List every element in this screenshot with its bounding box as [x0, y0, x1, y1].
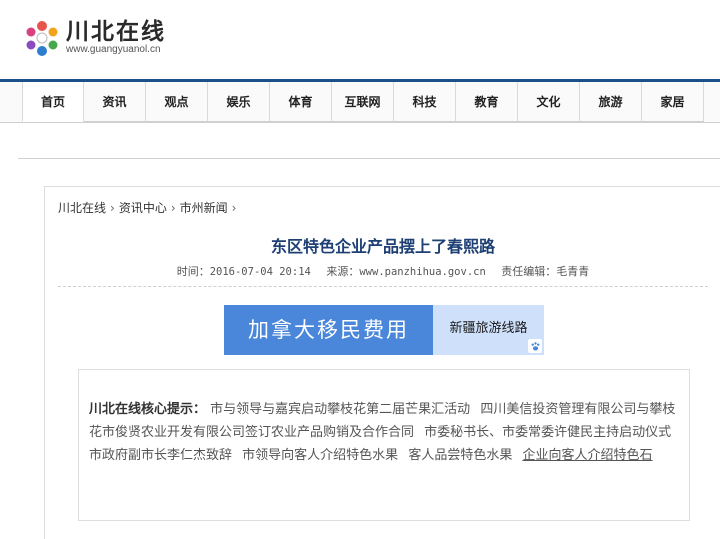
summary-item: 市与领导与嘉宾启动攀枝花第二届芒果汇活动: [210, 402, 471, 417]
article-editor: 责任编辑：毛青青: [501, 265, 589, 278]
nav-item[interactable]: 资讯: [84, 82, 146, 122]
site-url: www.guangyuanol.cn: [66, 44, 161, 55]
nav-item[interactable]: 文化: [518, 82, 580, 122]
source-value: www.panzhihua.gov.cn: [359, 266, 486, 278]
site-name: 川北在线: [66, 19, 166, 45]
summary-text: 川北在线核心提示： 市与领导与嘉宾启动攀枝花第二届芒果汇活动 四川美信投资管理有…: [89, 398, 684, 467]
logo-icon: [26, 21, 58, 56]
summary-item: 市领导向客人介绍特色水果: [242, 448, 399, 463]
article-title: 东区特色企业产品摆上了春熙路: [270, 237, 495, 256]
ad-banner: 加拿大移民费用 新疆旅游线路: [224, 305, 544, 355]
chevron-right-icon: ›: [110, 200, 115, 215]
nav-item[interactable]: 娱乐: [208, 82, 270, 122]
article-source: 来源：www.panzhihua.gov.cn: [326, 265, 485, 278]
nav-item[interactable]: 旅游: [580, 82, 642, 122]
breadcrumb-home[interactable]: 川北在线: [58, 199, 106, 216]
site-logo[interactable]: 川北在线 www.guangyuanol.cn: [22, 16, 182, 60]
article-container: 川北在线 › 资讯中心 › 市州新闻 › 东区特色企业产品摆上了春熙路 时间：2…: [44, 186, 720, 539]
breadcrumb-news-center[interactable]: 资讯中心: [119, 199, 167, 216]
summary-item: 市政府副市长李仁杰致辞: [89, 448, 233, 463]
paw-icon: [528, 339, 542, 353]
summary-lead: 川北在线核心提示：: [89, 402, 207, 417]
nav-item[interactable]: 家居: [642, 82, 704, 122]
nav-item[interactable]: 科技: [394, 82, 456, 122]
ad-link-canada-immigration[interactable]: 加拿大移民费用: [224, 305, 433, 355]
summary-box: 川北在线核心提示： 市与领导与嘉宾启动攀枝花第二届芒果汇活动 四川美信投资管理有…: [78, 369, 690, 521]
summary-item: 市委秘书长、市委常委许健民主持启动仪式: [424, 425, 672, 440]
time-label: 时间：: [176, 265, 210, 278]
nav-item[interactable]: 教育: [456, 82, 518, 122]
article-meta: 时间：2016-07-04 20:14 来源：www.panzhihua.gov…: [45, 263, 720, 279]
meta-divider: [58, 286, 708, 287]
article-time: 时间：2016-07-04 20:14: [177, 265, 311, 278]
main-nav: 首页 资讯 观点 娱乐 体育 互联网 科技 教育 文化 旅游 家居: [22, 82, 704, 122]
source-label: 来源：: [326, 265, 360, 278]
nav-item[interactable]: 首页: [22, 82, 84, 122]
editor-value: 毛青青: [556, 265, 590, 278]
breadcrumb: 川北在线 › 资讯中心 › 市州新闻 ›: [58, 199, 240, 216]
summary-item: 客人品尝特色水果: [408, 448, 513, 463]
ad-right-label: 新疆旅游线路: [449, 321, 528, 336]
nav-item[interactable]: 互联网: [332, 82, 394, 122]
main-nav-bar: 首页 资讯 观点 娱乐 体育 互联网 科技 教育 文化 旅游 家居: [0, 79, 720, 123]
chevron-right-icon: ›: [231, 200, 237, 215]
chevron-right-icon: ›: [170, 200, 176, 215]
editor-label: 责任编辑：: [501, 265, 557, 278]
summary-item[interactable]: 企业向客人介绍特色石: [522, 448, 652, 463]
divider: [18, 158, 720, 159]
breadcrumb-city-news[interactable]: 市州新闻: [180, 199, 228, 216]
site-header: 川北在线 www.guangyuanol.cn: [0, 0, 720, 80]
time-value: 2016-07-04 20:14: [209, 266, 311, 278]
nav-item[interactable]: 观点: [146, 82, 208, 122]
nav-item[interactable]: 体育: [270, 82, 332, 122]
ad-link-xinjiang-travel[interactable]: 新疆旅游线路: [433, 305, 544, 355]
